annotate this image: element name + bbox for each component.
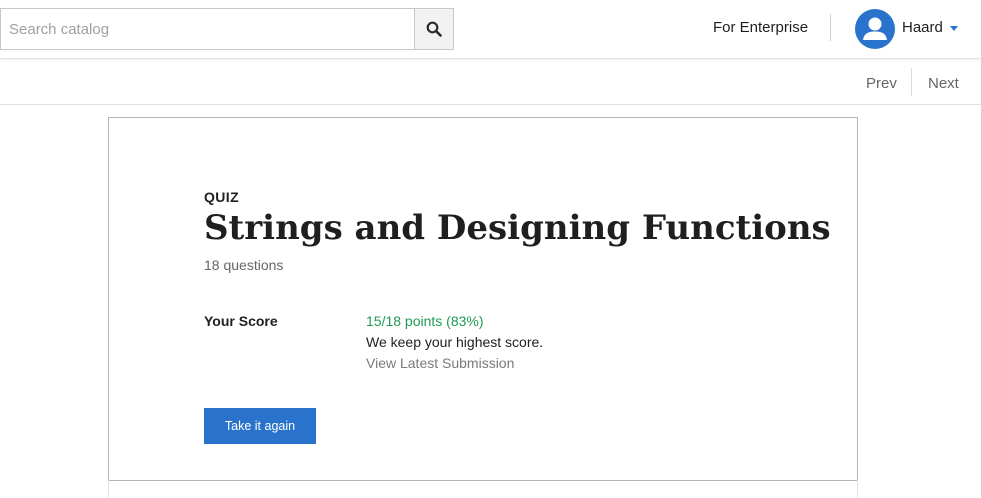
next-button[interactable]: Next xyxy=(928,75,959,92)
header-divider xyxy=(830,14,831,41)
take-it-again-button[interactable]: Take it again xyxy=(204,408,316,444)
quiz-card: QUIZ Strings and Designing Functions 18 … xyxy=(108,117,858,481)
top-header: For Enterprise Haard xyxy=(0,0,981,59)
view-latest-submission-link[interactable]: View Latest Submission xyxy=(366,355,514,371)
item-navigation: Prev Next xyxy=(0,60,981,105)
score-value: 15/18 points (83%) xyxy=(366,313,484,329)
search-icon xyxy=(426,21,442,37)
user-avatar[interactable] xyxy=(855,9,895,49)
user-name[interactable]: Haard xyxy=(902,19,943,36)
nav-divider xyxy=(911,68,912,96)
score-label: Your Score xyxy=(204,313,278,329)
next-card-edge xyxy=(108,480,858,498)
score-note: We keep your highest score. xyxy=(366,334,544,350)
search-bar xyxy=(0,8,454,50)
search-button[interactable] xyxy=(414,8,454,50)
for-enterprise-link[interactable]: For Enterprise xyxy=(713,19,808,36)
question-count: 18 questions xyxy=(204,257,284,273)
caret-down-icon[interactable] xyxy=(950,26,958,31)
prev-button[interactable]: Prev xyxy=(866,75,897,92)
search-input[interactable] xyxy=(0,8,414,50)
item-type-label: QUIZ xyxy=(204,189,240,205)
person-icon xyxy=(863,17,887,40)
quiz-title: Strings and Designing Functions xyxy=(204,208,831,248)
